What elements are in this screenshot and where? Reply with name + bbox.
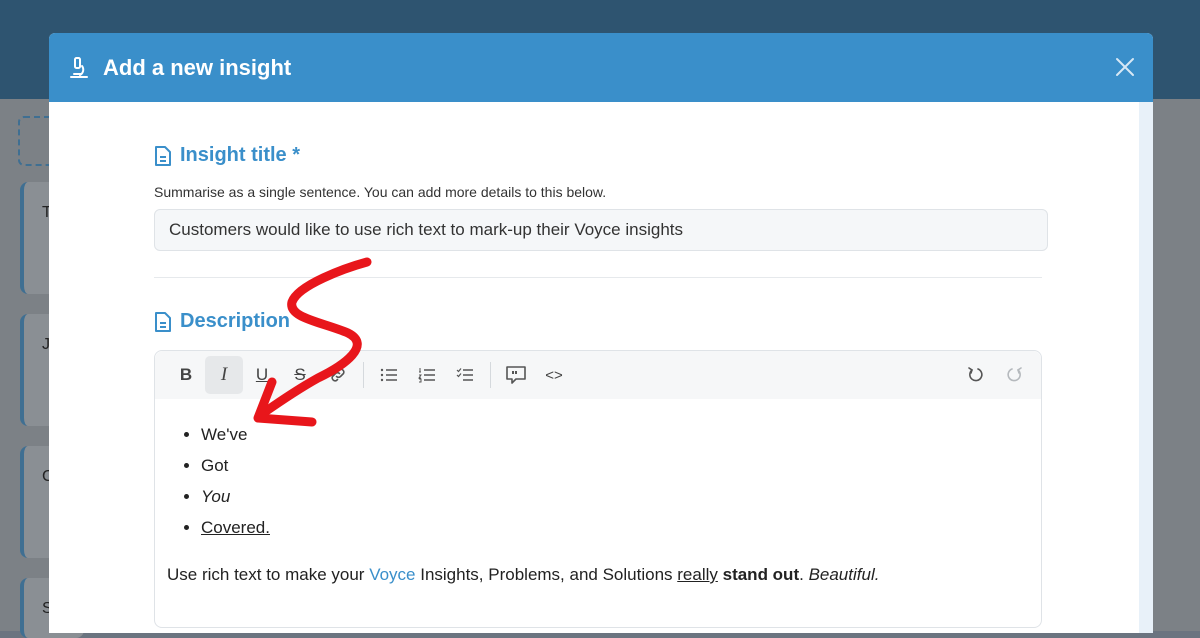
document-icon [155, 311, 171, 332]
italic-text: Beautiful. [808, 565, 880, 584]
voyce-highlight: Voyce [369, 565, 416, 584]
list-item: Got [201, 450, 1029, 481]
paragraph-text: Use rich text to make your [167, 565, 370, 584]
underline-icon: U [255, 365, 269, 384]
bullet-list-icon [380, 368, 397, 382]
underlined-text: really [677, 565, 718, 584]
rich-text-editor: B I U S <> • We've • Got • You • Covered… [154, 350, 1042, 628]
insight-title-input[interactable] [154, 209, 1048, 251]
redo-icon [1007, 367, 1022, 382]
underline-button[interactable]: U [243, 356, 281, 394]
history-controls [957, 356, 1033, 394]
modal-scrollbar[interactable] [1139, 102, 1153, 633]
insight-title-label: Insight title * [180, 144, 300, 166]
list-item: Covered. [201, 512, 1029, 543]
editor-toolbar: B I U S <> [155, 351, 1041, 399]
modal-header: Add a new insight [49, 33, 1153, 102]
link-button[interactable] [319, 356, 357, 394]
redo-button[interactable] [995, 356, 1033, 394]
paragraph-text: . [799, 565, 809, 584]
link-icon [331, 368, 345, 382]
description-label: Description [180, 310, 291, 332]
description-paragraph: Use rich text to make your Voyce Insight… [167, 565, 1029, 585]
modal-title: Add a new insight [103, 54, 292, 80]
strikethrough-button[interactable]: S [281, 356, 319, 394]
document-icon [155, 145, 171, 166]
strikethrough-icon: S [294, 365, 306, 384]
blockquote-button[interactable] [497, 356, 535, 394]
bold-text: stand out [722, 565, 800, 584]
quote-bubble-icon [506, 366, 526, 384]
bullet-list: We've Got You Covered. [167, 419, 1029, 543]
bold-button[interactable]: B [167, 356, 205, 394]
undo-icon [968, 367, 983, 382]
microscope-icon [67, 55, 91, 81]
description-heading: Description [154, 310, 290, 333]
list-item: You [201, 481, 1029, 512]
toolbar-separator [363, 362, 364, 388]
checklist-button[interactable] [446, 356, 484, 394]
undo-button[interactable] [957, 356, 995, 394]
list-item: We've [201, 419, 1029, 450]
checklist-icon [456, 368, 473, 381]
ordered-list-button[interactable] [408, 356, 446, 394]
paragraph-text: Insights, Problems, and Solutions [415, 565, 678, 584]
section-divider [154, 277, 1042, 278]
insight-title-hint: Summarise as a single sentence. You can … [154, 184, 607, 200]
toolbar-separator [490, 362, 491, 388]
bold-icon: B [179, 365, 193, 384]
close-icon[interactable] [1113, 55, 1137, 79]
ordered-list-icon [418, 368, 435, 383]
insight-title-heading: Insight title * [154, 144, 300, 167]
italic-icon: I [220, 364, 228, 385]
code-button[interactable]: <> [535, 356, 573, 394]
add-insight-modal: Add a new insight Insight title * Summar… [49, 33, 1153, 633]
italic-button[interactable]: I [205, 356, 243, 394]
bullet-list-button[interactable] [370, 356, 408, 394]
code-icon: <> [545, 366, 563, 384]
editor-content[interactable]: We've Got You Covered. Use rich text to … [155, 399, 1041, 585]
